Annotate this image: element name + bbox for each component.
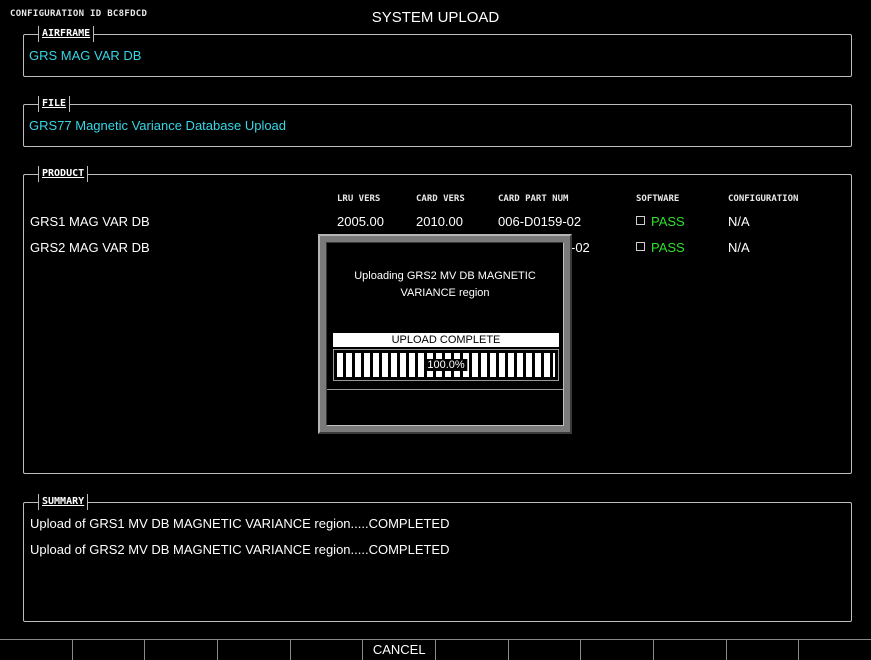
airframe-panel: AIRFRAME GRS MAG VAR DB [23, 26, 852, 77]
col-card-part-num: CARD PART NUM [498, 194, 569, 204]
col-software: SOFTWARE [636, 194, 680, 204]
summary-legend: SUMMARY [38, 494, 89, 510]
page-title: SYSTEM UPLOAD [371, 9, 500, 26]
product-row-2-card-part-num: -02 [571, 240, 590, 255]
airframe-value: GRS MAG VAR DB [29, 48, 142, 63]
softkey-3[interactable] [144, 639, 218, 660]
softkey-5[interactable] [289, 639, 363, 660]
softkey-12[interactable] [798, 639, 871, 660]
col-lru-vers: LRU VERS [337, 194, 381, 204]
pass-status: PASS [651, 240, 685, 255]
product-row-2-software[interactable]: PASS [636, 240, 685, 255]
upload-message-line-2: VARIANCE region [400, 287, 490, 299]
product-row-1-software[interactable]: PASS [636, 214, 685, 229]
upload-status: UPLOAD COMPLETE [333, 333, 559, 347]
product-row-1-card-vers: 2010.00 [416, 214, 463, 229]
softkey-cancel[interactable]: CANCEL [362, 639, 436, 660]
softkey-9[interactable] [580, 639, 654, 660]
product-row-1-card-part-num: 006-D0159-02 [498, 214, 582, 229]
col-configuration: CONFIGURATION [728, 194, 799, 204]
software-checkbox-icon[interactable] [636, 242, 645, 251]
softkey-7[interactable] [435, 639, 508, 660]
product-row-2-name: GRS2 MAG VAR DB [30, 240, 150, 255]
softkey-11[interactable] [725, 639, 799, 660]
product-legend: PRODUCT [38, 166, 89, 182]
softkey-10[interactable] [653, 639, 726, 660]
file-panel: FILE GRS77 Magnetic Variance Database Up… [23, 96, 852, 147]
upload-progress-dialog: Uploading GRS2 MV DB MAGNETIC VARIANCE r… [318, 234, 572, 434]
airframe-legend: AIRFRAME [38, 26, 95, 42]
summary-line-2: Upload of GRS2 MV DB MAGNETIC VARIANCE r… [30, 542, 450, 557]
upload-message-line-1: Uploading GRS2 MV DB MAGNETIC [354, 270, 536, 282]
software-checkbox-icon[interactable] [636, 216, 645, 225]
summary-line-1: Upload of GRS1 MV DB MAGNETIC VARIANCE r… [30, 516, 450, 531]
dialog-body: Uploading GRS2 MV DB MAGNETIC VARIANCE r… [326, 242, 564, 426]
product-row-2-configuration: N/A [728, 240, 750, 255]
progress-percent: 100.0% [424, 359, 468, 371]
pass-status: PASS [651, 214, 685, 229]
softkey-4[interactable] [217, 639, 290, 660]
product-row-1-configuration: N/A [728, 214, 750, 229]
file-legend: FILE [38, 96, 71, 112]
dialog-divider [327, 389, 563, 390]
product-row-1-name: GRS1 MAG VAR DB [30, 214, 150, 229]
softkey-8[interactable] [507, 639, 581, 660]
col-card-vers: CARD VERS [416, 194, 465, 204]
product-row-1-lru-vers: 2005.00 [337, 214, 384, 229]
softkey-1[interactable] [0, 639, 72, 660]
softkey-2[interactable] [71, 639, 145, 660]
progress-bar: 100.0% [333, 349, 559, 381]
softkey-bar: CANCEL [0, 639, 871, 660]
upload-message: Uploading GRS2 MV DB MAGNETIC VARIANCE r… [327, 268, 563, 302]
file-value: GRS77 Magnetic Variance Database Upload [29, 118, 287, 133]
